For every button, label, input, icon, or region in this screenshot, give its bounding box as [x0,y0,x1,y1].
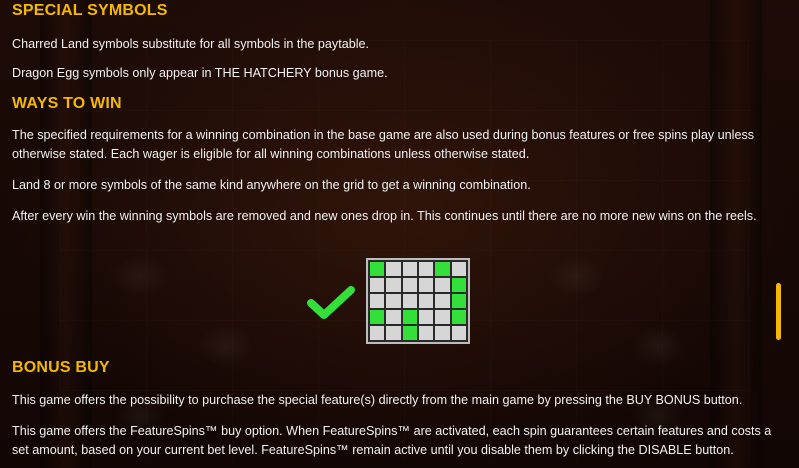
bonus-buy-text-2: This game offers the FeatureSpins™ buy o… [12,424,772,457]
grid-cell [451,326,466,340]
grid-cell [370,294,385,308]
grid-cell [386,310,401,324]
grid-cell [386,294,401,308]
ways-to-win-text-3: After every win the winning symbols are … [12,209,757,223]
grid-cell [435,278,450,292]
background-symbol [630,325,686,367]
grid-cell-win [435,262,450,276]
grid-cell [402,262,417,276]
special-symbols-heading: SPECIAL SYMBOLS [12,2,168,19]
grid-cell [402,294,417,308]
grid-cell [370,278,385,292]
grid-cell [370,326,385,340]
grid-cell [418,310,434,324]
grid-cell [386,326,401,340]
scrollbar-thumb[interactable] [776,283,781,340]
grid-cell [418,278,434,292]
grid-cell-win [402,326,417,340]
grid-cell [435,310,450,324]
background-symbol [198,325,254,367]
ways-to-win-text-1: The specified requirements for a winning… [12,128,755,161]
winning-example-grid [366,258,470,344]
grid-cell-win [370,262,385,276]
background-symbol [548,255,604,297]
grid-cell [418,326,434,340]
grid-cell [402,278,417,292]
grid-cell-win [370,310,385,324]
ways-to-win-heading: WAYS TO WIN [12,95,122,112]
bonus-buy-heading: BONUS BUY [12,359,110,376]
grid-cell [418,294,434,308]
grid-cell [451,262,466,276]
grid-cell [435,294,450,308]
checkmark-icon [307,286,355,319]
background-symbol [112,255,168,297]
grid-cell [435,326,450,340]
ways-to-win-text-2: Land 8 or more symbols of the same kind … [12,178,531,192]
bonus-buy-text-1: This game offers the possibility to purc… [12,393,743,407]
grid-cell-win [451,294,466,308]
grid-cell-win [451,310,466,324]
special-symbols-text-1: Charred Land symbols substitute for all … [12,37,370,51]
grid-cell [386,262,401,276]
grid-cell [386,278,401,292]
grid-cell-win [451,278,466,292]
grid-cell-win [402,310,417,324]
grid-cell [418,262,434,276]
special-symbols-text-2: Dragon Egg symbols only appear in THE HA… [12,66,388,80]
